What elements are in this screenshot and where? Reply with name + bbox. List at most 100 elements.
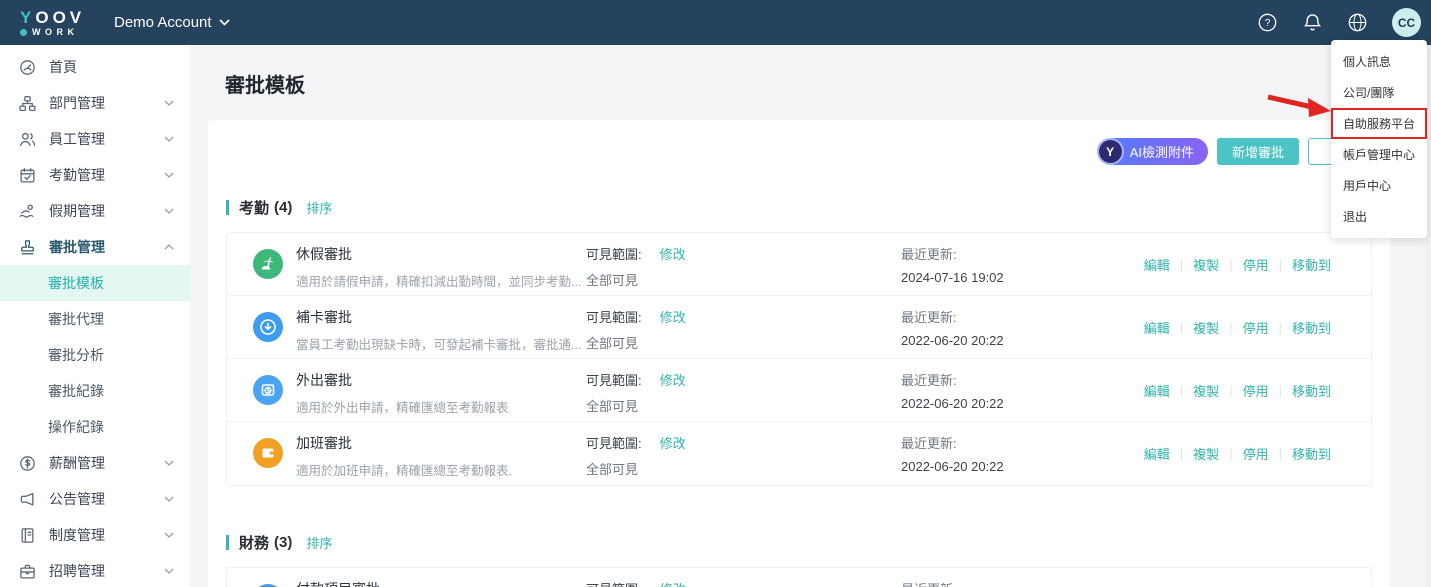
copy-link[interactable]: 複製 xyxy=(1193,444,1219,463)
template-name: 付款項目審批 xyxy=(296,579,380,587)
sidebar-item-home[interactable]: 首頁 xyxy=(0,49,190,85)
logo-dot xyxy=(20,29,27,36)
sidebar-item-label: 考勤管理 xyxy=(49,165,105,185)
visible-scope-label: 可見範圍: xyxy=(586,244,642,263)
updated-value: 2022-06-20 20:22 xyxy=(901,459,1004,474)
chevron-down-icon xyxy=(164,172,174,178)
sort-link[interactable]: 排序 xyxy=(306,198,332,217)
avatar[interactable]: CC xyxy=(1392,8,1421,37)
add-approval-button[interactable]: 新增審批 xyxy=(1217,138,1299,165)
sidebar-item-label: 薪酬管理 xyxy=(49,453,105,473)
updated-value: 2024-07-16 19:02 xyxy=(901,270,1004,285)
disable-link[interactable]: 停用 xyxy=(1243,318,1269,337)
sidebar-item-departments[interactable]: 部門管理 xyxy=(0,85,190,121)
sidebar-item-label: 部門管理 xyxy=(49,93,105,113)
table-row-card-replacement-approval: 補卡審批 當員工考勤出現缺卡時，可發起補卡審批，審批通... 可見範圍: 修改 … xyxy=(227,296,1371,359)
sidebar-item-announcements[interactable]: 公告管理 xyxy=(0,481,190,517)
account-switcher[interactable]: Demo Account xyxy=(114,14,230,31)
visible-scope-value: 全部可見 xyxy=(586,459,686,478)
menu-item-account-management[interactable]: 帳戶管理中心 xyxy=(1331,139,1427,170)
sort-link[interactable]: 排序 xyxy=(306,533,332,552)
visible-scope-label: 可見範圍: xyxy=(586,433,642,452)
help-icon[interactable]: ? xyxy=(1257,13,1277,33)
sidebar-item-payroll[interactable]: 薪酬管理 xyxy=(0,445,190,481)
copy-link[interactable]: 複製 xyxy=(1193,381,1219,400)
visible-scope-label: 可見範圍: xyxy=(586,307,642,326)
updated-value: 2022-06-20 20:22 xyxy=(901,396,1004,411)
visible-scope-value: 全部可見 xyxy=(586,270,686,289)
logo-work-text: WORK xyxy=(32,28,79,37)
sidebar-subitem-approval-analysis[interactable]: 審批分析 xyxy=(0,337,190,373)
sidebar-item-employees[interactable]: 員工管理 xyxy=(0,121,190,157)
template-name: 外出審批 xyxy=(296,370,509,390)
modify-scope-link[interactable]: 修改 xyxy=(660,370,686,389)
section-count: (4) xyxy=(274,199,292,216)
modify-scope-link[interactable]: 修改 xyxy=(660,433,686,452)
sidebar-item-label: 首頁 xyxy=(49,57,77,77)
chevron-down-icon xyxy=(164,100,174,106)
ai-check-attachments-button[interactable]: Y AI檢測附件 xyxy=(1097,138,1208,165)
template-name: 補卡審批 xyxy=(296,307,581,327)
sidebar-item-attendance[interactable]: 考勤管理 xyxy=(0,157,190,193)
leave-vacation-icon xyxy=(253,249,283,279)
menu-item-self-service-platform[interactable]: 自助服務平台 xyxy=(1331,108,1427,139)
modify-scope-link[interactable]: 修改 xyxy=(660,244,686,263)
menu-item-logout[interactable]: 退出 xyxy=(1331,201,1427,232)
approval-stamp-icon xyxy=(18,238,36,256)
move-to-link[interactable]: 移動到 xyxy=(1292,381,1331,400)
employees-icon xyxy=(18,130,36,148)
vacation-icon xyxy=(18,202,36,220)
disable-link[interactable]: 停用 xyxy=(1243,255,1269,274)
edit-link[interactable]: 編輯 xyxy=(1144,255,1170,274)
svg-text:?: ? xyxy=(1264,18,1270,29)
sidebar-item-label: 制度管理 xyxy=(49,525,105,545)
disable-link[interactable]: 停用 xyxy=(1243,444,1269,463)
notifications-bell-icon[interactable] xyxy=(1302,13,1322,33)
language-globe-icon[interactable] xyxy=(1347,13,1367,33)
copy-link[interactable]: 複製 xyxy=(1193,255,1219,274)
move-to-link[interactable]: 移動到 xyxy=(1292,444,1331,463)
chevron-down-icon xyxy=(164,208,174,214)
modify-scope-link[interactable]: 修改 xyxy=(660,307,686,326)
sidebar-subitem-operation-records[interactable]: 操作紀錄 xyxy=(0,409,190,445)
yoov-work-logo[interactable]: YOOV WORK xyxy=(20,9,92,37)
disable-link[interactable]: 停用 xyxy=(1243,381,1269,400)
section-title: 財務 xyxy=(239,532,269,553)
sidebar-item-recruitment[interactable]: 招聘管理 xyxy=(0,553,190,587)
section-header-attendance: 考勤 (4) 排序 xyxy=(226,197,1372,218)
template-description: 適用於加班申請，精確匯總至考勤報表. xyxy=(296,460,512,479)
sidebar-subitem-approval-templates[interactable]: 審批模板 xyxy=(0,265,190,301)
move-to-link[interactable]: 移動到 xyxy=(1292,318,1331,337)
updated-label: 最近更新: xyxy=(901,579,957,587)
sidebar-subitem-approval-proxy[interactable]: 審批代理 xyxy=(0,301,190,337)
updated-value: 2022-06-20 20:22 xyxy=(901,333,1004,348)
sidebar-subitem-approval-records[interactable]: 審批紀錄 xyxy=(0,373,190,409)
updated-label: 最近更新: xyxy=(901,244,1004,263)
menu-item-company-team[interactable]: 公司/團隊 xyxy=(1331,77,1427,108)
sidebar-item-holidays[interactable]: 假期管理 xyxy=(0,193,190,229)
sidebar-item-policies[interactable]: 制度管理 xyxy=(0,517,190,553)
edit-link[interactable]: 編輯 xyxy=(1144,381,1170,400)
visible-scope-label: 可見範圍: xyxy=(586,579,642,587)
policy-book-icon xyxy=(18,526,36,544)
page-title: 審批模板 xyxy=(190,45,1431,98)
dashboard-icon xyxy=(18,58,36,76)
punch-card-icon xyxy=(253,312,283,342)
modify-scope-link[interactable]: 修改 xyxy=(660,579,686,587)
sidebar-item-approvals[interactable]: 審批管理 xyxy=(0,229,190,265)
menu-item-personal-messages[interactable]: 個人訊息 xyxy=(1331,46,1427,77)
move-to-link[interactable]: 移動到 xyxy=(1292,255,1331,274)
table-row-outing-approval: 外出審批 適用於外出申請，精確匯總至考勤報表 可見範圍: 修改 全部可見 最近更… xyxy=(227,359,1371,422)
updated-label: 最近更新: xyxy=(901,433,1004,452)
edit-link[interactable]: 編輯 xyxy=(1144,444,1170,463)
edit-link[interactable]: 編輯 xyxy=(1144,318,1170,337)
table-row-overtime-approval: 加班審批 適用於加班申請，精確匯總至考勤報表. 可見範圍: 修改 全部可見 最近… xyxy=(227,422,1371,485)
chevron-up-icon xyxy=(164,244,174,250)
template-group-attendance: 休假審批 適用於請假申請，精確扣減出勤時間，並同步考勤... 可見範圍: 修改 … xyxy=(226,232,1372,486)
template-description: 適用於外出申請，精確匯總至考勤報表 xyxy=(296,397,509,416)
copy-link[interactable]: 複製 xyxy=(1193,318,1219,337)
menu-item-user-center[interactable]: 用戶中心 xyxy=(1331,170,1427,201)
template-description: 當員工考勤出現缺卡時，可發起補卡審批，審批通... xyxy=(296,334,581,353)
yoov-ai-badge-icon: Y xyxy=(1099,140,1122,163)
chevron-down-icon xyxy=(219,19,230,26)
